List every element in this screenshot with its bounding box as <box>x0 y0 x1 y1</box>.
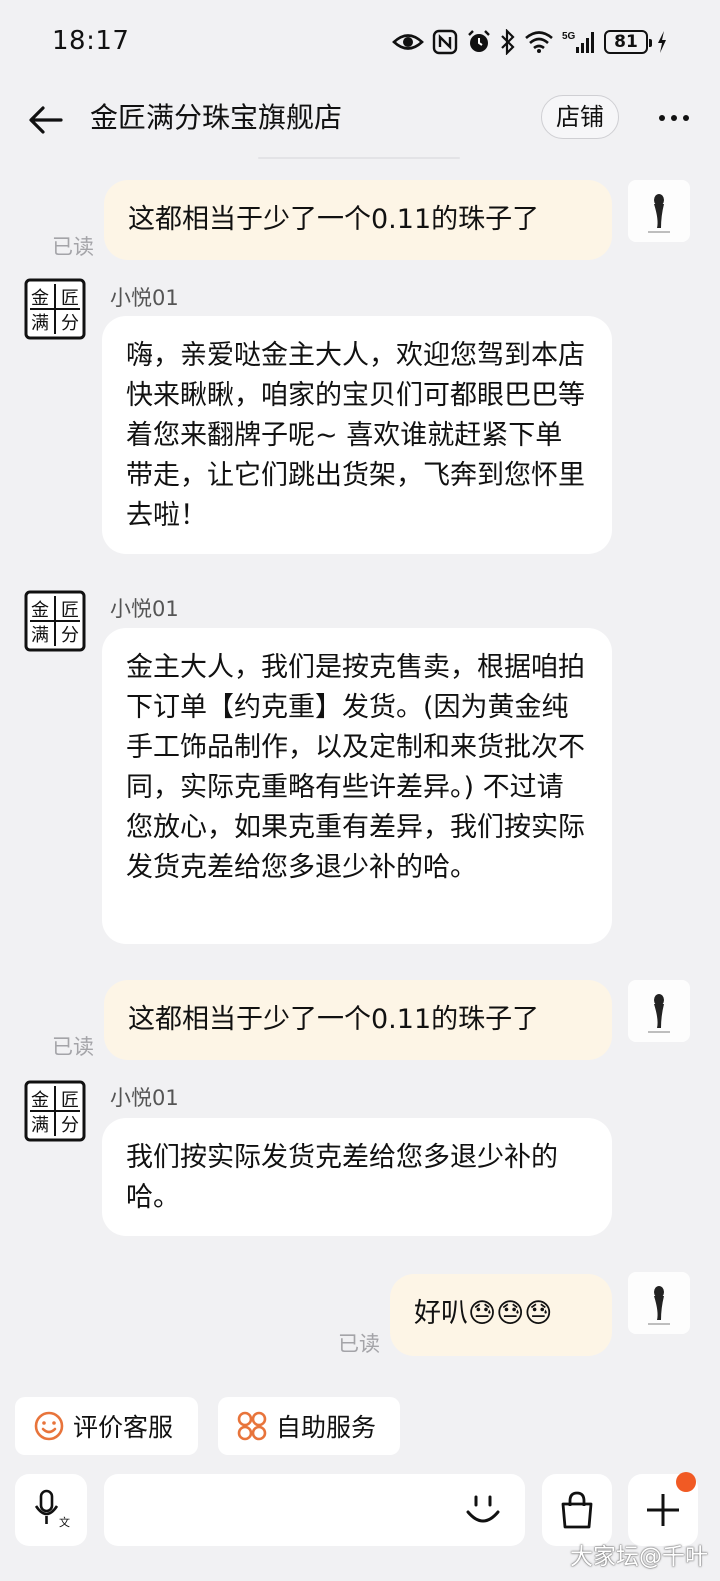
shopping-bag-button[interactable] <box>542 1474 612 1546</box>
status-icons: 5G 81 <box>392 26 668 58</box>
read-receipt: 已读 <box>52 1035 94 1059</box>
chat-header: 金匠满分珠宝旗舰店 店铺 <box>0 84 720 154</box>
my-avatar[interactable] <box>628 180 690 242</box>
eye-icon <box>392 34 424 50</box>
svg-text:金: 金 <box>31 288 49 309</box>
my-message-bubble[interactable]: 这都相当于少了一个0.11的珠子了 <box>104 980 612 1060</box>
plus-icon <box>647 1494 679 1526</box>
battery-indicator: 81 <box>604 30 652 54</box>
shop-avatar[interactable]: 金匠满分 <box>24 590 86 652</box>
avatar-image <box>648 1286 670 1325</box>
shop-logo-icon: 金匠满分 <box>24 278 86 340</box>
svg-text:分: 分 <box>61 625 79 646</box>
my-message-bubble[interactable]: 这都相当于少了一个0.11的珠子了 <box>104 180 612 260</box>
arrow-left-icon <box>29 106 63 134</box>
message-text: 这都相当于少了一个0.11的珠子了 <box>128 204 540 235</box>
nfc-icon <box>432 29 458 55</box>
message-text: 这都相当于少了一个0.11的珠子了 <box>128 1004 540 1035</box>
read-receipt: 已读 <box>52 235 94 259</box>
shop-logo-icon: 金匠满分 <box>24 1080 86 1142</box>
wifi-icon <box>525 31 553 53</box>
shop-avatar[interactable]: 金匠满分 <box>24 1080 86 1142</box>
back-button[interactable] <box>24 98 68 142</box>
self-service-label: 自助服务 <box>276 1413 377 1442</box>
message-input[interactable] <box>104 1474 525 1546</box>
sender-name: 小悦01 <box>110 286 179 310</box>
voice-input-button[interactable]: 文 <box>15 1474 87 1546</box>
shopping-bag-icon <box>561 1491 593 1529</box>
status-bar: 18:17 5G 81 <box>0 0 720 84</box>
message-text: 我们按实际发货克差给您多退少补的哈。 <box>126 1142 558 1213</box>
self-service-button[interactable]: 自助服务 <box>218 1397 400 1455</box>
svg-text:匠: 匠 <box>61 600 79 621</box>
message-text: 好叭😓😓😓 <box>414 1298 553 1329</box>
message-text: 金主大人，我们是按克售卖，根据咱拍下订单【约克重】发货。(因为黄金纯手工饰品制作… <box>126 652 585 883</box>
page-title: 金匠满分珠宝旗舰店 <box>90 101 343 134</box>
svg-text:分: 分 <box>61 1115 79 1136</box>
svg-text:匠: 匠 <box>61 288 79 309</box>
my-message-bubble[interactable]: 好叭😓😓😓 <box>390 1274 612 1356</box>
bluetooth-icon <box>501 29 515 55</box>
notification-dot <box>676 1472 696 1492</box>
avatar-image <box>648 194 670 233</box>
svg-text:金: 金 <box>31 1090 49 1111</box>
rate-service-label: 评价客服 <box>73 1413 174 1442</box>
svg-text:金: 金 <box>31 600 49 621</box>
microphone-icon: 文 <box>34 1489 70 1529</box>
my-avatar[interactable] <box>628 980 690 1042</box>
emoji-face-icon <box>466 1495 500 1523</box>
shop-logo-icon: 金匠满分 <box>24 590 86 652</box>
read-receipt: 已读 <box>338 1332 380 1356</box>
shop-message-bubble[interactable]: 金主大人，我们是按克售卖，根据咱拍下订单【约克重】发货。(因为黄金纯手工饰品制作… <box>102 628 612 944</box>
watermark: 大家坛@千叶 <box>570 1544 708 1570</box>
sender-name: 小悦01 <box>110 597 179 621</box>
svg-text:5G: 5G <box>562 31 576 42</box>
svg-text:满: 满 <box>31 313 49 334</box>
shop-button[interactable]: 店铺 <box>541 95 619 139</box>
svg-text:满: 满 <box>31 625 49 646</box>
status-time: 18:17 <box>52 26 130 56</box>
shop-message-bubble[interactable]: 我们按实际发货克差给您多退少补的哈。 <box>102 1118 612 1236</box>
shop-message-bubble[interactable]: 嗨，亲爱哒金主大人，欢迎您驾到本店 快来瞅瞅，咱家的宝贝们可都眼巴巴等着您来翻牌… <box>102 316 612 554</box>
sender-name: 小悦01 <box>110 1086 179 1110</box>
rate-service-button[interactable]: 评价客服 <box>15 1397 198 1455</box>
svg-text:文: 文 <box>59 1515 70 1529</box>
signal-5g-icon: 5G <box>562 31 594 53</box>
my-avatar[interactable] <box>628 1272 690 1334</box>
svg-text:匠: 匠 <box>61 1090 79 1111</box>
more-menu-button[interactable] <box>652 98 696 138</box>
avatar-image <box>648 994 670 1033</box>
message-text: 嗨，亲爱哒金主大人，欢迎您驾到本店 快来瞅瞅，咱家的宝贝们可都眼巴巴等着您来翻牌… <box>126 340 585 531</box>
svg-text:分: 分 <box>61 313 79 334</box>
grid-services-icon <box>237 1411 267 1441</box>
shop-avatar[interactable]: 金匠满分 <box>24 278 86 340</box>
alarm-icon <box>468 30 490 52</box>
smile-icon <box>34 1411 64 1441</box>
emoji-button[interactable] <box>461 1488 505 1532</box>
svg-text:满: 满 <box>31 1115 49 1136</box>
header-divider <box>258 157 460 159</box>
charging-icon <box>658 31 666 53</box>
